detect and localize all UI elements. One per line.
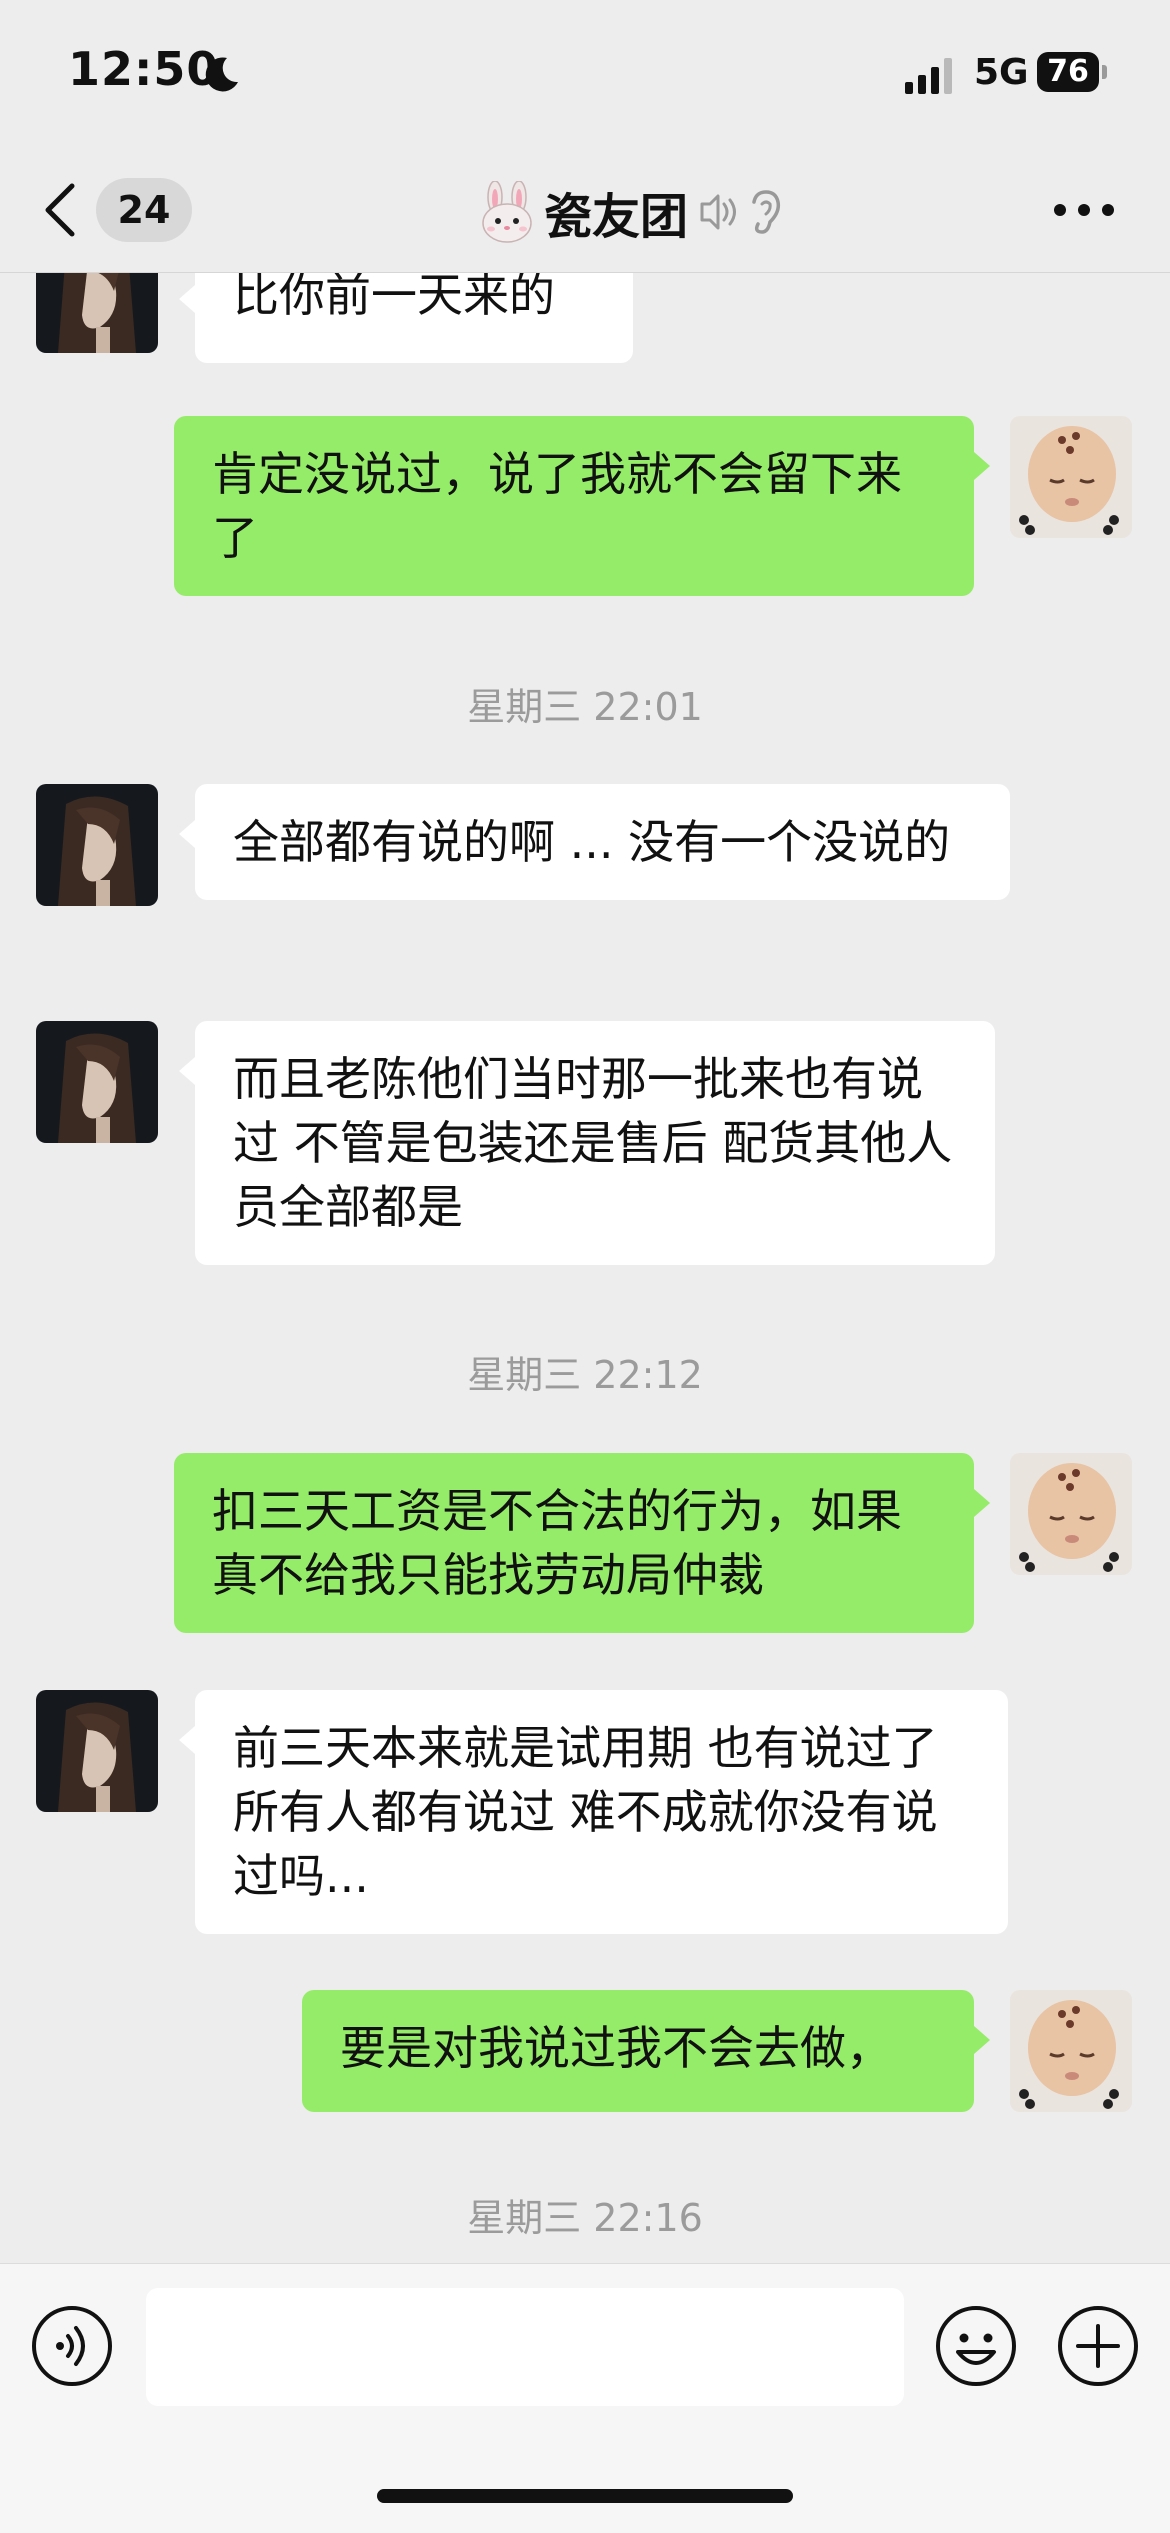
chat-header: 24 瓷友团 — [0, 150, 1170, 273]
message-bubble-incoming[interactable]: 全部都有说的啊 ... 没有一个没说的 — [179, 784, 1010, 900]
cellular-signal-icon — [905, 58, 952, 94]
my-avatar-image — [1010, 416, 1132, 538]
more-options-icon[interactable] — [1052, 200, 1116, 220]
contact-avatar[interactable] — [36, 273, 158, 353]
my-avatar[interactable] — [1010, 416, 1132, 538]
timestamp: 星期三 22:01 — [467, 685, 703, 729]
status-time: 12:50 — [68, 42, 220, 96]
add-attachment-icon[interactable] — [1056, 2304, 1140, 2388]
my-avatar-image — [1010, 1990, 1132, 2112]
message-list[interactable]: 比你前一天来的 肯定没说过，说了我就不会留下来了 星期三 22:01 全部都有说… — [0, 273, 1170, 2263]
message-bubble-incoming[interactable]: 而且老陈他们当时那一批来也有说过 不管是包装还是售后 配货其他人员全部都是 — [179, 1021, 995, 1265]
contact-avatar-image — [36, 784, 158, 906]
moon-icon — [205, 57, 238, 92]
contact-avatar[interactable] — [36, 1690, 158, 1812]
message-bubble-outgoing[interactable]: 扣三天工资是不合法的行为，如果真不给我只能找劳动局仲裁 — [174, 1453, 990, 1633]
message-bubble-incoming[interactable]: 比你前一天来的 — [179, 273, 633, 363]
timestamp: 星期三 22:12 — [467, 1353, 703, 1397]
my-avatar-image — [1010, 1453, 1132, 1575]
voice-input-icon[interactable] — [30, 2304, 114, 2388]
message-bubble-outgoing[interactable]: 要是对我说过我不会去做， — [302, 1990, 990, 2112]
contact-avatar[interactable] — [36, 784, 158, 906]
network-type: 5G — [974, 52, 1029, 93]
battery-icon: 76 — [1037, 52, 1109, 92]
message-bubble-incoming[interactable]: 前三天本来就是试用期 也有说过了 所有人都有说过 难不成就你没有说过吗... — [179, 1690, 1008, 1934]
back-arrow-icon[interactable] — [40, 180, 80, 240]
status-bar: 12:50 5G 76 — [0, 0, 1170, 150]
message-input[interactable] — [146, 2288, 904, 2406]
contact-avatar-image — [36, 1690, 158, 1812]
contact-avatar-image — [36, 273, 158, 353]
my-avatar[interactable] — [1010, 1453, 1132, 1575]
rabbit-emoji-icon — [482, 181, 532, 243]
message-bubble-outgoing[interactable]: 肯定没说过，说了我就不会留下来了 — [174, 416, 990, 596]
unread-count-badge[interactable]: 24 — [96, 178, 192, 242]
home-indicator[interactable] — [377, 2489, 793, 2503]
battery-tip — [1102, 65, 1107, 79]
input-bar — [0, 2263, 1170, 2533]
emoji-icon[interactable] — [934, 2304, 1018, 2388]
my-avatar[interactable] — [1010, 1990, 1132, 2112]
battery-level: 76 — [1037, 52, 1099, 92]
contact-avatar-image — [36, 1021, 158, 1143]
timestamp: 星期三 22:16 — [467, 2196, 703, 2240]
earpiece-mode-icon — [700, 190, 781, 234]
contact-avatar[interactable] — [36, 1021, 158, 1143]
chat-title-group[interactable]: 瓷友团 — [478, 174, 790, 250]
chat-title: 瓷友团 — [544, 189, 689, 245]
